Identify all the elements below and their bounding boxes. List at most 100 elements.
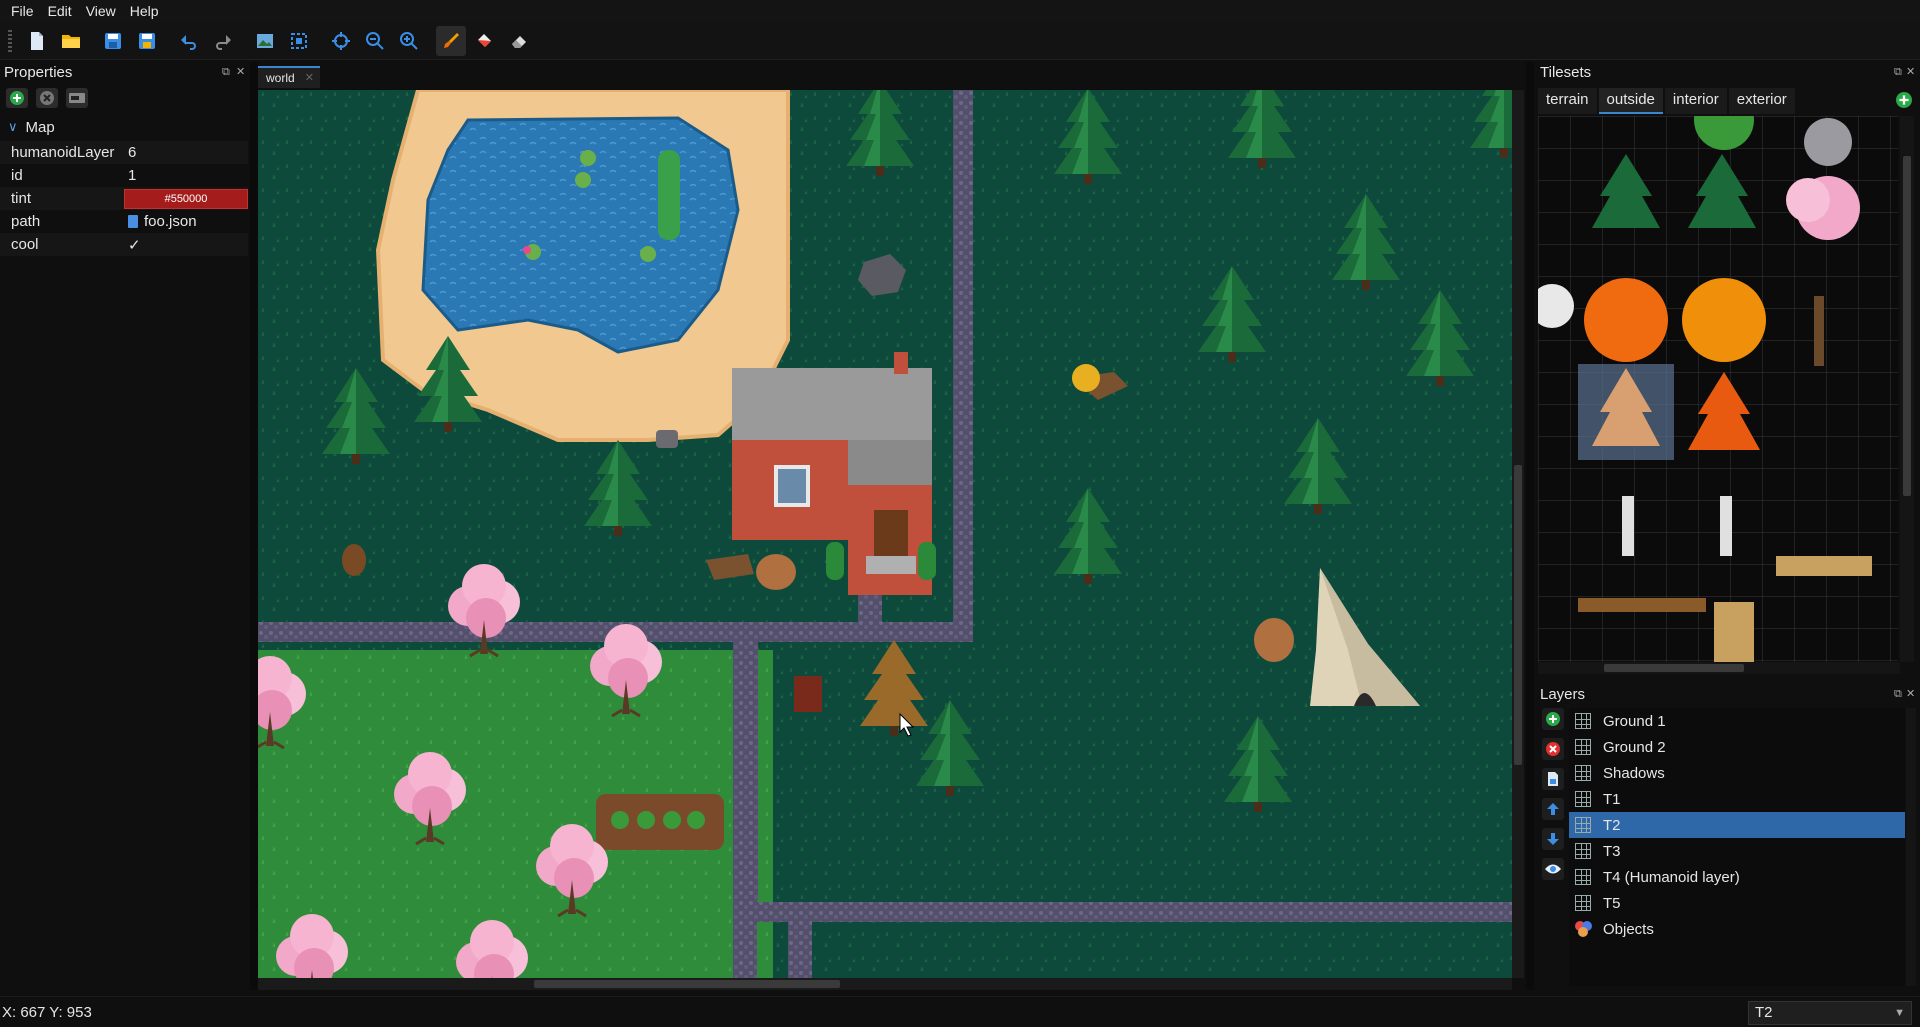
property-row[interactable]: path foo.json <box>0 210 248 233</box>
property-key: tint <box>11 190 32 207</box>
layer-label: Ground 1 <box>1603 712 1666 730</box>
right-splitter[interactable] <box>1526 62 1534 990</box>
menu-edit[interactable]: Edit <box>41 0 79 22</box>
layers-title: Layers <box>1540 686 1586 703</box>
layer-item-selected[interactable]: T2 <box>1569 812 1905 838</box>
open-folder-icon[interactable] <box>56 26 86 56</box>
brush-icon[interactable] <box>436 25 466 56</box>
zoom-out-icon[interactable] <box>360 26 390 56</box>
properties-title: Properties <box>4 64 73 81</box>
layer-item[interactable]: T5 <box>1569 890 1905 916</box>
layers-panel: Layers ⧉ ✕ Ground 1 Ground 2 Shadows T1 … <box>1536 684 1920 990</box>
add-tileset-button[interactable] <box>1896 92 1912 112</box>
tab-outside[interactable]: outside <box>1598 88 1663 114</box>
properties-panel: Properties ⧉ ✕ ∨ Map humanoidLayer 6 id … <box>0 62 250 990</box>
menu-bar: File Edit View Help <box>0 0 1920 22</box>
layer-item[interactable]: T1 <box>1569 786 1905 812</box>
layer-label: T2 <box>1603 816 1621 834</box>
layer-item[interactable]: T3 <box>1569 838 1905 864</box>
document-tab-bar: world ✕ <box>258 62 1513 90</box>
map-section-header[interactable]: ∨ Map <box>0 116 250 138</box>
layer-item[interactable]: Objects <box>1569 916 1905 942</box>
property-row[interactable]: humanoidLayer 6 <box>0 141 248 164</box>
tileset-horizontal-scrollbar[interactable] <box>1538 662 1900 674</box>
map-canvas[interactable] <box>258 90 1512 978</box>
property-row[interactable]: tint #550000 <box>0 187 248 210</box>
select-icon[interactable] <box>284 26 314 56</box>
property-value[interactable]: 6 <box>124 144 248 161</box>
map-render <box>258 90 1512 978</box>
toggle-visibility-button[interactable] <box>1542 858 1564 880</box>
property-row[interactable]: id 1 <box>0 164 248 187</box>
chevron-down-icon: ▼ <box>1894 1007 1905 1019</box>
current-layer-select[interactable]: T2 ▼ <box>1748 1001 1912 1025</box>
tileset-grid[interactable] <box>1538 116 1898 662</box>
layer-label: Ground 2 <box>1603 738 1666 756</box>
duplicate-layer-button[interactable] <box>1542 768 1564 790</box>
eraser-icon[interactable] <box>504 26 534 56</box>
crosshair-icon[interactable] <box>326 26 356 56</box>
zoom-in-icon[interactable] <box>394 26 424 56</box>
current-layer-value: T2 <box>1755 1004 1773 1021</box>
tab-exterior[interactable]: exterior <box>1728 88 1795 114</box>
toolbar <box>0 22 1920 60</box>
undo-icon[interactable] <box>174 26 204 56</box>
tab-world[interactable]: world ✕ <box>258 66 320 88</box>
image-icon[interactable] <box>250 26 280 56</box>
layer-item[interactable]: Ground 1 <box>1569 708 1905 734</box>
layer-item[interactable]: T4 (Humanoid layer) <box>1569 864 1905 890</box>
menu-file[interactable]: File <box>4 0 41 22</box>
panel-float-icon[interactable]: ⧉ <box>222 66 230 79</box>
panel-float-icon[interactable]: ⧉ <box>1894 66 1902 79</box>
checkbox-checked[interactable]: ✓ <box>124 236 248 254</box>
tab-terrain[interactable]: terrain <box>1538 88 1597 114</box>
panel-close-icon[interactable]: ✕ <box>1906 65 1915 78</box>
add-property-button[interactable] <box>6 88 28 108</box>
map-section-label: Map <box>25 118 55 136</box>
menu-view[interactable]: View <box>79 0 123 22</box>
tab-interior[interactable]: interior <box>1664 88 1727 114</box>
left-splitter[interactable] <box>250 62 258 990</box>
redo-icon[interactable] <box>208 26 238 56</box>
layer-item[interactable]: Ground 2 <box>1569 734 1905 760</box>
tileset-vertical-scrollbar[interactable] <box>1900 116 1914 662</box>
move-layer-down-button[interactable] <box>1542 828 1564 850</box>
tile-layer-icon <box>1575 817 1591 833</box>
property-key: humanoidLayer <box>11 144 115 161</box>
map-horizontal-scrollbar[interactable] <box>258 978 1512 990</box>
panel-float-icon[interactable]: ⧉ <box>1894 688 1902 701</box>
status-bar: X: 667 Y: 953 T2 ▼ <box>0 996 1920 1027</box>
tint-color-swatch[interactable]: #550000 <box>124 188 248 209</box>
toolbar-grip[interactable] <box>8 29 12 52</box>
scroll-thumb[interactable] <box>1514 465 1522 765</box>
scroll-thumb[interactable] <box>534 980 840 988</box>
map-vertical-scrollbar[interactable] <box>1512 90 1524 978</box>
tileset-tiles <box>1538 116 1898 662</box>
panel-close-icon[interactable]: ✕ <box>1906 687 1915 700</box>
fill-icon[interactable] <box>470 26 500 56</box>
property-row[interactable]: cool ✓ <box>0 233 248 256</box>
new-file-icon[interactable] <box>22 26 52 56</box>
scroll-thumb[interactable] <box>1604 664 1744 672</box>
layer-label: T5 <box>1603 894 1621 912</box>
move-layer-up-button[interactable] <box>1542 798 1564 820</box>
menu-help[interactable]: Help <box>123 0 166 22</box>
object-layer-icon <box>1575 921 1593 937</box>
property-value[interactable]: foo.json <box>144 213 197 230</box>
property-value[interactable]: 1 <box>124 167 248 184</box>
layer-list-scrollbar[interactable] <box>1906 708 1916 986</box>
layer-label: Objects <box>1603 920 1654 938</box>
save-icon[interactable] <box>98 26 128 56</box>
panel-close-icon[interactable]: ✕ <box>236 65 245 78</box>
save-all-icon[interactable] <box>132 26 162 56</box>
add-layer-button[interactable] <box>1542 708 1564 730</box>
close-icon[interactable]: ✕ <box>305 68 314 88</box>
layer-label: T1 <box>1603 790 1621 808</box>
scroll-thumb[interactable] <box>1903 156 1911 496</box>
rename-property-button[interactable] <box>66 88 88 108</box>
chevron-down-icon[interactable]: ∨ <box>8 119 18 135</box>
remove-property-button[interactable] <box>36 88 58 108</box>
remove-layer-button[interactable] <box>1542 738 1564 760</box>
layer-item[interactable]: Shadows <box>1569 760 1905 786</box>
property-key: cool <box>11 236 39 253</box>
